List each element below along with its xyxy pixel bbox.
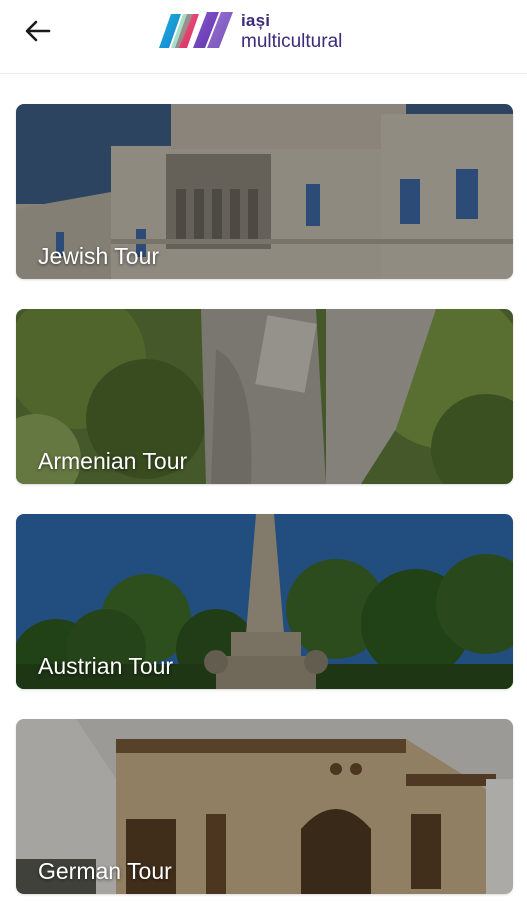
app-header: iași multicultural [0,0,527,74]
tour-card-armenian[interactable]: Armenian Tour [16,309,513,484]
tour-label: German Tour [38,858,172,884]
app-logo: iași multicultural [157,8,342,54]
tour-label: Austrian Tour [38,653,174,679]
tour-card-german[interactable]: German Tour [16,719,513,894]
back-button[interactable] [14,11,62,51]
tour-card-austrian[interactable]: Austrian Tour [16,514,513,689]
tour-label: Armenian Tour [38,448,188,474]
logo-text-line2: multicultural [241,30,343,52]
tour-card-jewish[interactable]: Jewish Tour [16,104,513,279]
arrow-left-icon [25,20,51,42]
logo-text-line1: iași [241,10,271,30]
tour-list: Jewish Tour Armenian Tour Austrian Tour … [16,104,513,924]
logo-mark-icon [159,12,233,48]
tour-label: Jewish Tour [38,243,160,269]
